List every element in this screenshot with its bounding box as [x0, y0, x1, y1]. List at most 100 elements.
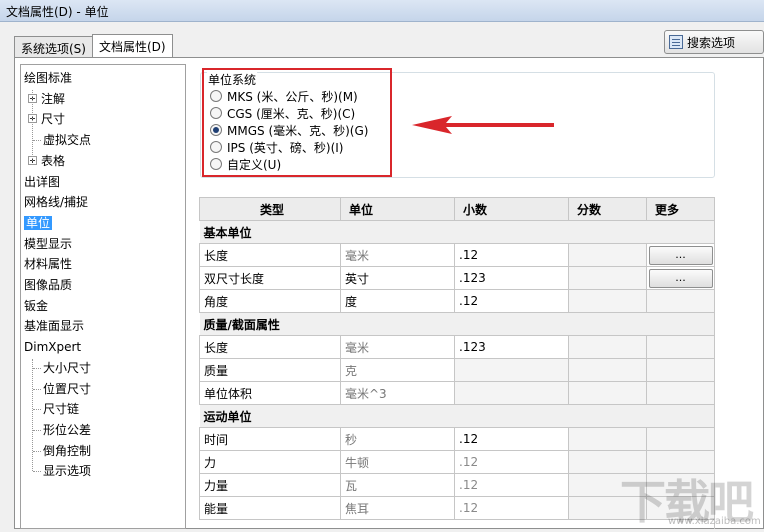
cell-more: [646, 289, 715, 313]
tab-system-options[interactable]: 系统选项(S): [14, 36, 93, 57]
cell-fraction: [568, 335, 647, 359]
grid-section-row: 基本单位: [199, 220, 715, 244]
cell-more: ...: [646, 266, 715, 290]
cell-type: 能量: [199, 496, 341, 520]
watermark-url: www.xiazaiba.com: [668, 516, 761, 527]
cell-decimal: .12: [454, 473, 569, 497]
cell-unit[interactable]: 英寸: [340, 266, 455, 290]
more-button[interactable]: ...: [648, 268, 713, 288]
tree-item[interactable]: 绘图标准: [24, 69, 72, 87]
grid-row: 单位体积 毫米^3: [199, 381, 715, 405]
grid-section-row: 质量/截面属性: [199, 312, 715, 336]
cell-decimal[interactable]: .123: [454, 335, 569, 359]
cell-unit[interactable]: 瓦: [340, 473, 455, 497]
tree-item[interactable]: 大小尺寸: [33, 359, 92, 377]
cell-type: 力: [199, 450, 341, 474]
cell-decimal[interactable]: .12: [454, 289, 569, 313]
tree-connector: [32, 89, 33, 161]
cell-fraction: [568, 243, 647, 267]
cell-more: [646, 381, 715, 405]
highlight-box: [202, 68, 392, 177]
tree-item-label: 网格线/捕捉: [24, 195, 89, 210]
tree-item[interactable]: 钣金: [24, 297, 48, 315]
cell-type: 长度: [199, 335, 341, 359]
cell-unit[interactable]: 毫米^3: [340, 381, 455, 405]
cell-decimal[interactable]: .12: [454, 243, 569, 267]
tree-connector: [33, 429, 41, 431]
tree-connector: [32, 358, 33, 472]
tree-item[interactable]: DimXpert: [24, 338, 81, 356]
cell-more: [646, 335, 715, 359]
cell-decimal: [454, 358, 569, 382]
cell-unit[interactable]: 秒: [340, 427, 455, 451]
more-button[interactable]: ...: [648, 245, 713, 265]
tree-item[interactable]: 倒角控制: [33, 442, 91, 460]
cell-unit[interactable]: 度: [340, 289, 455, 313]
tree-item-label: 位置尺寸: [43, 381, 92, 396]
cell-unit[interactable]: 毫米: [340, 243, 455, 267]
search-options-button[interactable]: 搜索选项: [664, 30, 764, 54]
grid-header-row: 类型 单位 小数 分数 更多: [199, 197, 715, 221]
grid-section-title: 基本单位: [199, 220, 715, 244]
cell-unit[interactable]: 牛顿: [340, 450, 455, 474]
tree-item[interactable]: 网格线/捕捉: [24, 193, 88, 211]
tree-item[interactable]: 虚拟交点: [33, 131, 92, 149]
tree-item-label: 基准面显示: [24, 319, 85, 334]
grid-row: 双尺寸长度 英寸 .123...: [199, 266, 715, 290]
tree-connector: [33, 367, 41, 369]
header-type: 类型: [199, 197, 341, 221]
tree-item-label: 虚拟交点: [43, 133, 92, 148]
tree-item[interactable]: 图像品质: [24, 276, 72, 294]
tree-item-label: 形位公差: [43, 422, 92, 437]
grid-row: 长度 毫米 .123: [199, 335, 715, 359]
header-more: 更多: [646, 197, 715, 221]
tree-connector: [33, 471, 41, 473]
tree-item[interactable]: 表格: [28, 152, 65, 170]
tree-item-label: 钣金: [24, 298, 49, 313]
cell-fraction: [568, 266, 647, 290]
header-unit: 单位: [340, 197, 455, 221]
cell-decimal[interactable]: .123: [454, 266, 569, 290]
tab-strip: 系统选项(S) 文档属性(D): [14, 34, 173, 58]
cell-type: 力量: [199, 473, 341, 497]
tree-item[interactable]: 显示选项: [33, 462, 92, 480]
cell-decimal: [454, 381, 569, 405]
tree-item[interactable]: 尺寸: [28, 110, 65, 128]
tree-item-label: 单位: [24, 215, 53, 230]
tree-item-label: 尺寸链: [43, 402, 80, 417]
cell-fraction: [568, 381, 647, 405]
cell-fraction: [568, 289, 647, 313]
cell-unit[interactable]: 毫米: [340, 335, 455, 359]
red-arrow-annotation: [412, 116, 554, 134]
cell-type: 长度: [199, 243, 341, 267]
tree-item[interactable]: 出详图: [24, 173, 60, 191]
grid-row: 角度度 .12: [199, 289, 715, 313]
tree-item[interactable]: 基准面显示: [24, 317, 84, 335]
window-title: 文档属性(D) - 单位: [6, 5, 109, 19]
cell-type: 质量: [199, 358, 341, 382]
tree-item-label: DimXpert: [24, 340, 82, 355]
tab-document-properties[interactable]: 文档属性(D): [91, 34, 173, 57]
tree-item-label: 出详图: [24, 174, 61, 189]
tree-item-label: 图像品质: [24, 278, 73, 292]
tree-item[interactable]: 位置尺寸: [33, 380, 92, 398]
tree-item[interactable]: 注解: [28, 90, 65, 108]
tree-item[interactable]: 形位公差: [33, 421, 92, 439]
tree-item[interactable]: 单位: [24, 214, 53, 232]
grid-section-title: 运动单位: [199, 404, 715, 428]
cell-more: [646, 427, 715, 451]
tree-item[interactable]: 材料属性: [24, 255, 72, 273]
grid-row: 质量克: [199, 358, 715, 382]
cell-unit[interactable]: 克: [340, 358, 455, 382]
cell-decimal: .12: [454, 496, 569, 520]
grid-row: 时间秒 .12: [199, 427, 715, 451]
cell-decimal[interactable]: .12: [454, 427, 569, 451]
tree-item-label: 显示选项: [43, 464, 92, 479]
tree-item-label: 绘图标准: [24, 71, 73, 85]
search-options-label: 搜索选项: [687, 35, 736, 50]
tree-item[interactable]: 模型显示: [24, 235, 72, 253]
tree-item-label: 大小尺寸: [43, 360, 92, 375]
tree-item[interactable]: 尺寸链: [33, 400, 80, 418]
cell-more: [646, 358, 715, 382]
cell-unit[interactable]: 焦耳: [340, 496, 455, 520]
